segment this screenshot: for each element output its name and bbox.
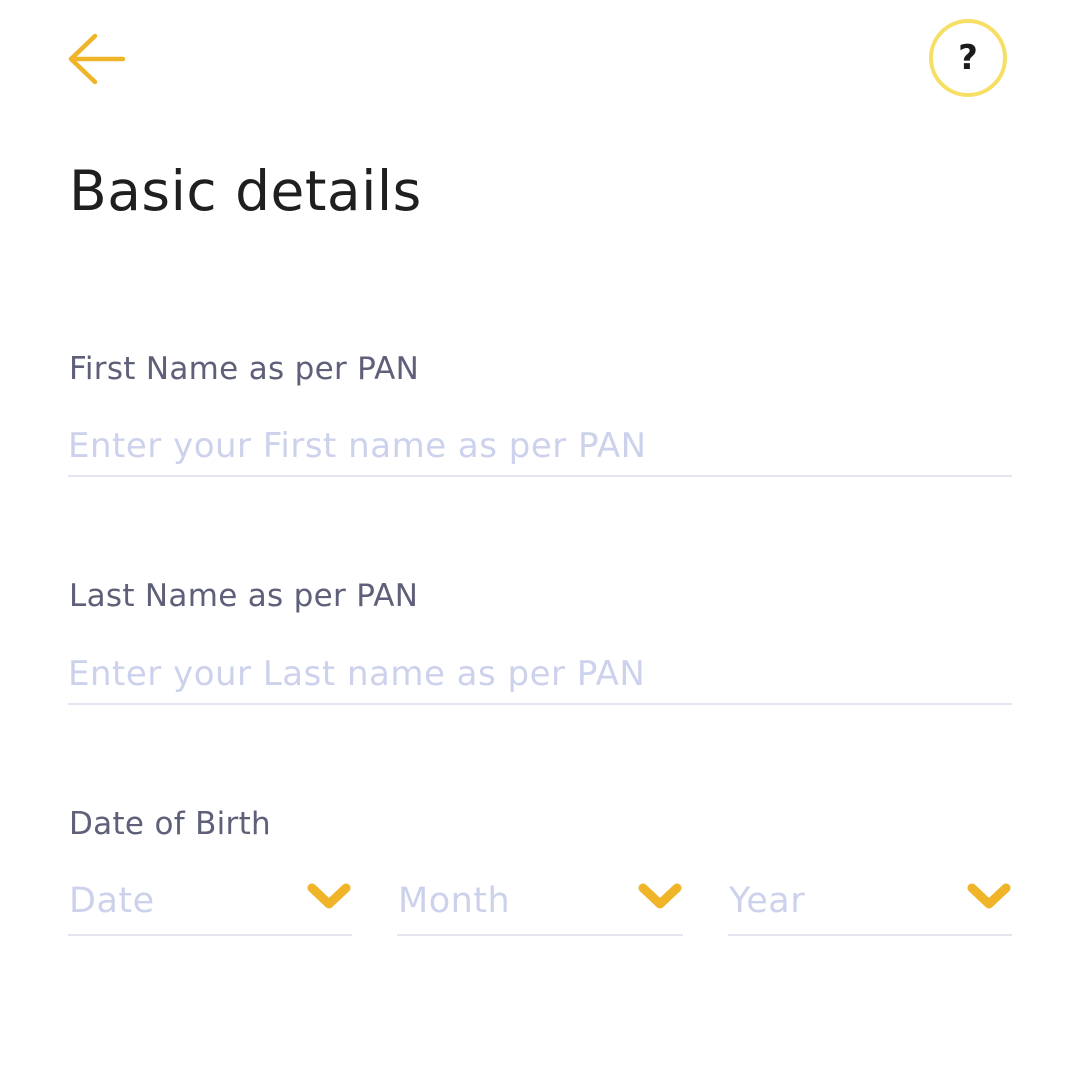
help-button[interactable]: ? xyxy=(929,19,1007,97)
last-name-input[interactable] xyxy=(68,649,1012,705)
chevron-down-icon xyxy=(638,883,682,909)
first-name-input[interactable] xyxy=(68,421,1012,477)
page-title: Basic details xyxy=(69,159,422,223)
arrow-left-icon xyxy=(68,33,126,85)
date-select-placeholder: Date xyxy=(69,881,155,921)
year-select[interactable]: Year xyxy=(728,868,1012,936)
date-select[interactable]: Date xyxy=(68,868,352,936)
month-select-placeholder: Month xyxy=(398,881,511,921)
back-button[interactable] xyxy=(60,26,132,92)
chevron-down-icon xyxy=(307,883,351,909)
last-name-label: Last Name as per PAN xyxy=(69,578,419,614)
question-mark-icon: ? xyxy=(958,38,978,78)
first-name-label: First Name as per PAN xyxy=(69,351,420,387)
month-select[interactable]: Month xyxy=(397,868,683,936)
chevron-down-icon xyxy=(967,883,1011,909)
year-select-placeholder: Year xyxy=(729,881,806,921)
dob-label: Date of Birth xyxy=(69,806,272,842)
